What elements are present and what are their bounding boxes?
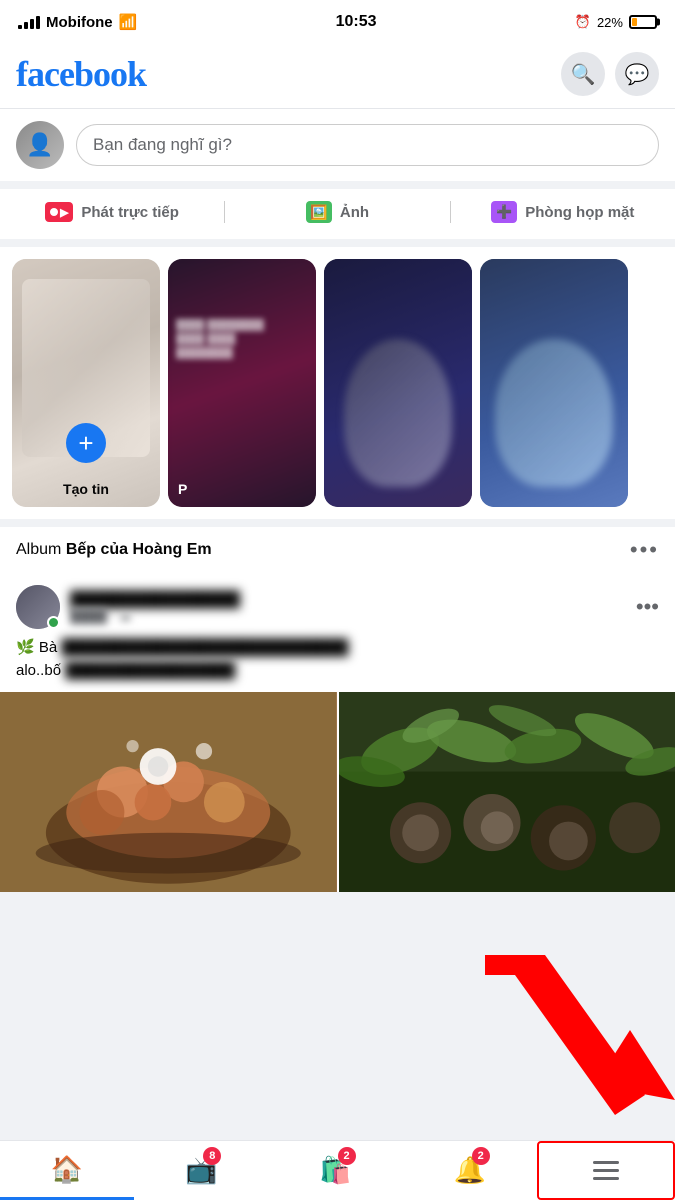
post-images xyxy=(0,692,675,892)
photo-label: Ảnh xyxy=(340,204,369,221)
album-prefix: Album xyxy=(16,541,61,558)
status-right: ⏰ 22% xyxy=(575,14,657,30)
red-arrow-svg xyxy=(455,945,675,1125)
story-card-3[interactable] xyxy=(324,259,472,507)
arrow-overlay xyxy=(455,945,675,1130)
battery-icon xyxy=(629,15,657,29)
room-icon: ➕ xyxy=(491,201,517,223)
post-album-header: Album Bếp của Hoàng Em ••• xyxy=(0,527,675,573)
nav-notifications[interactable]: 🔔 2 xyxy=(403,1141,537,1200)
post-box: 👤 Bạn đang nghĩ gì? xyxy=(0,109,675,189)
room-button[interactable]: ➕ Phòng họp mặt xyxy=(451,193,675,231)
post-options-button[interactable]: ••• xyxy=(636,594,659,620)
food-image-left[interactable] xyxy=(0,692,337,892)
nav-home[interactable]: 🏠 xyxy=(0,1141,134,1200)
post-user-info: ████████████████ ████ · ☁ xyxy=(70,591,240,624)
food-svg-right xyxy=(339,692,675,892)
status-bar: Mobifone 📶 10:53 ⏰ 22% xyxy=(0,0,675,44)
battery-percent: 22% xyxy=(597,15,623,30)
carrier-name: Mobifone xyxy=(46,14,113,31)
facebook-logo: facebook xyxy=(16,53,146,95)
messenger-icon: 💬 xyxy=(625,62,650,87)
create-story-label: Tạo tin xyxy=(12,481,160,497)
create-story-card[interactable]: + Tạo tin xyxy=(12,259,160,507)
food-svg-left xyxy=(0,692,337,892)
feed-post: Album Bếp của Hoàng Em ••• █████████████… xyxy=(0,527,675,892)
notifications-badge: 2 xyxy=(472,1147,490,1165)
carrier-info: Mobifone 📶 xyxy=(18,13,137,31)
photo-button[interactable]: 🖼️ Ảnh xyxy=(225,193,449,231)
user-avatar: 👤 xyxy=(16,121,64,169)
stories-scroll: + Tạo tin ████ ████████████ ████████████… xyxy=(0,247,675,507)
album-title: Album Bếp của Hoàng Em xyxy=(16,541,212,559)
stories-section: + Tạo tin ████ ████████████ ████████████… xyxy=(0,247,675,527)
post-text-line2: alo..bố xyxy=(16,662,61,679)
story-card-2[interactable]: ████ ████████████ ████████████ P xyxy=(168,259,316,507)
post-avatar xyxy=(16,585,60,629)
live-icon: ▶ xyxy=(45,202,73,222)
status-time: 10:53 xyxy=(336,13,377,31)
album-name: Bếp của Hoàng Em xyxy=(66,541,212,558)
post-more-button[interactable]: ••• xyxy=(630,537,659,563)
app-header: facebook 🔍 💬 xyxy=(0,44,675,109)
alarm-icon: ⏰ xyxy=(575,14,591,30)
bottom-nav: 🏠 📺 8 🛍️ 2 🔔 2 xyxy=(0,1140,675,1200)
post-header: ████████████████ ████ · ☁ ••• xyxy=(0,573,675,637)
food-image-right[interactable] xyxy=(339,692,675,892)
leaf-emoji: 🌿 xyxy=(16,639,35,656)
story-label-2: P xyxy=(178,481,187,497)
marketplace-badge: 2 xyxy=(338,1147,356,1165)
home-icon: 🏠 xyxy=(51,1154,83,1185)
messenger-button[interactable]: 💬 xyxy=(615,52,659,96)
post-text-blurred: ███████████████████████████ xyxy=(61,639,348,656)
post-text-blurred2: ████████████████ xyxy=(65,662,235,679)
post-text-line1: Bà xyxy=(39,639,57,656)
action-buttons: ▶ Phát trực tiếp 🖼️ Ảnh ➕ Phòng họp mặt xyxy=(0,189,675,247)
photo-icon: 🖼️ xyxy=(306,201,332,223)
story-card-4[interactable] xyxy=(480,259,628,507)
post-username: ████████████████ xyxy=(70,591,240,608)
wifi-icon: 📶 xyxy=(119,13,138,31)
video-badge: 8 xyxy=(203,1147,221,1165)
live-label: Phát trực tiếp xyxy=(81,204,179,221)
post-author: ████████████████ ████ · ☁ xyxy=(16,585,240,629)
search-icon: 🔍 xyxy=(571,62,596,87)
post-prompt[interactable]: Bạn đang nghĩ gì? xyxy=(76,124,659,166)
signal-icon xyxy=(18,16,40,29)
search-button[interactable]: 🔍 xyxy=(561,52,605,96)
header-icons: 🔍 💬 xyxy=(561,52,659,96)
nav-menu[interactable] xyxy=(537,1141,675,1200)
create-story-icon: + xyxy=(66,423,106,463)
room-label: Phòng họp mặt xyxy=(525,204,634,221)
live-button[interactable]: ▶ Phát trực tiếp xyxy=(0,193,224,231)
nav-marketplace[interactable]: 🛍️ 2 xyxy=(268,1141,402,1200)
post-meta: ████ · ☁ xyxy=(70,608,240,624)
online-indicator xyxy=(47,616,60,629)
menu-icon xyxy=(593,1161,619,1180)
post-text: 🌿 Bà ███████████████████████████ alo..bố… xyxy=(0,637,675,692)
nav-video[interactable]: 📺 8 xyxy=(134,1141,268,1200)
